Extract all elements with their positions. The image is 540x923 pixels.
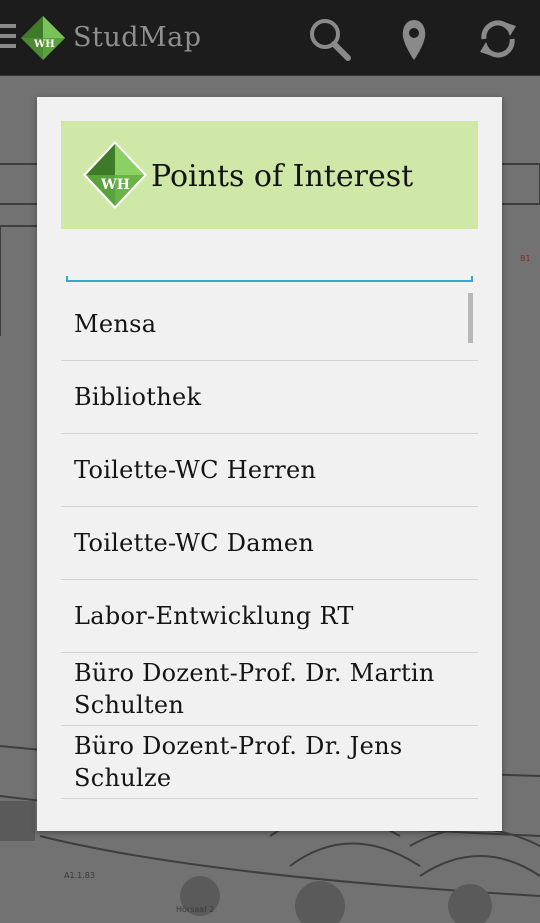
map-label-b1: B1: [520, 254, 531, 263]
svg-text:WH: WH: [33, 39, 55, 50]
svg-text:WH: WH: [100, 177, 130, 193]
location-icon[interactable]: [390, 16, 438, 62]
logo-icon: WH: [83, 141, 147, 209]
refresh-icon[interactable]: [474, 16, 522, 62]
dialog-header: WH Points of Interest: [61, 121, 478, 229]
list-item-label: Mensa: [74, 310, 157, 338]
list-item-label: Bibliothek: [74, 383, 202, 411]
list-item-label: Toilette-WC Herren: [74, 456, 317, 484]
app-title: StudMap: [73, 22, 202, 53]
search-icon[interactable]: [306, 16, 354, 62]
points-of-interest-dialog: WH Points of Interest Mensa Bibliothek T…: [37, 97, 502, 831]
list-item-label: Toilette-WC Damen: [74, 529, 315, 557]
menu-icon[interactable]: [0, 24, 16, 54]
list-item[interactable]: Labor-Entwicklung RT: [61, 580, 478, 653]
list-item[interactable]: Toilette-WC Damen: [61, 507, 478, 580]
dialog-title: Points of Interest: [151, 159, 414, 194]
list-item[interactable]: Büro Dozent-Prof. Dr. Martin Schulten: [61, 653, 478, 726]
list-item-label: Labor-Entwicklung RT: [74, 602, 354, 630]
list-item[interactable]: Bibliothek: [61, 361, 478, 434]
list-item[interactable]: Toilette-WC Herren: [61, 434, 478, 507]
map-label-room: A1.1.83: [64, 871, 95, 880]
scrollbar-thumb[interactable]: [468, 293, 473, 343]
poi-list[interactable]: Mensa Bibliothek Toilette-WC Herren Toil…: [61, 288, 478, 808]
list-item-label: Büro Dozent-Prof. Dr. Jens Schulze: [74, 732, 403, 792]
map-label-hoersaal: Hörsaal 2: [176, 905, 214, 914]
search-underline: [66, 276, 473, 282]
app-logo-icon[interactable]: WH: [20, 15, 66, 61]
list-item-label: Büro Dozent-Prof. Dr. Martin Schulten: [74, 659, 435, 719]
list-item[interactable]: Mensa: [61, 288, 478, 361]
list-item[interactable]: Büro Dozent-Prof. Dr. Jens Schulze: [61, 726, 478, 799]
action-bar: WH StudMap: [0, 0, 540, 76]
